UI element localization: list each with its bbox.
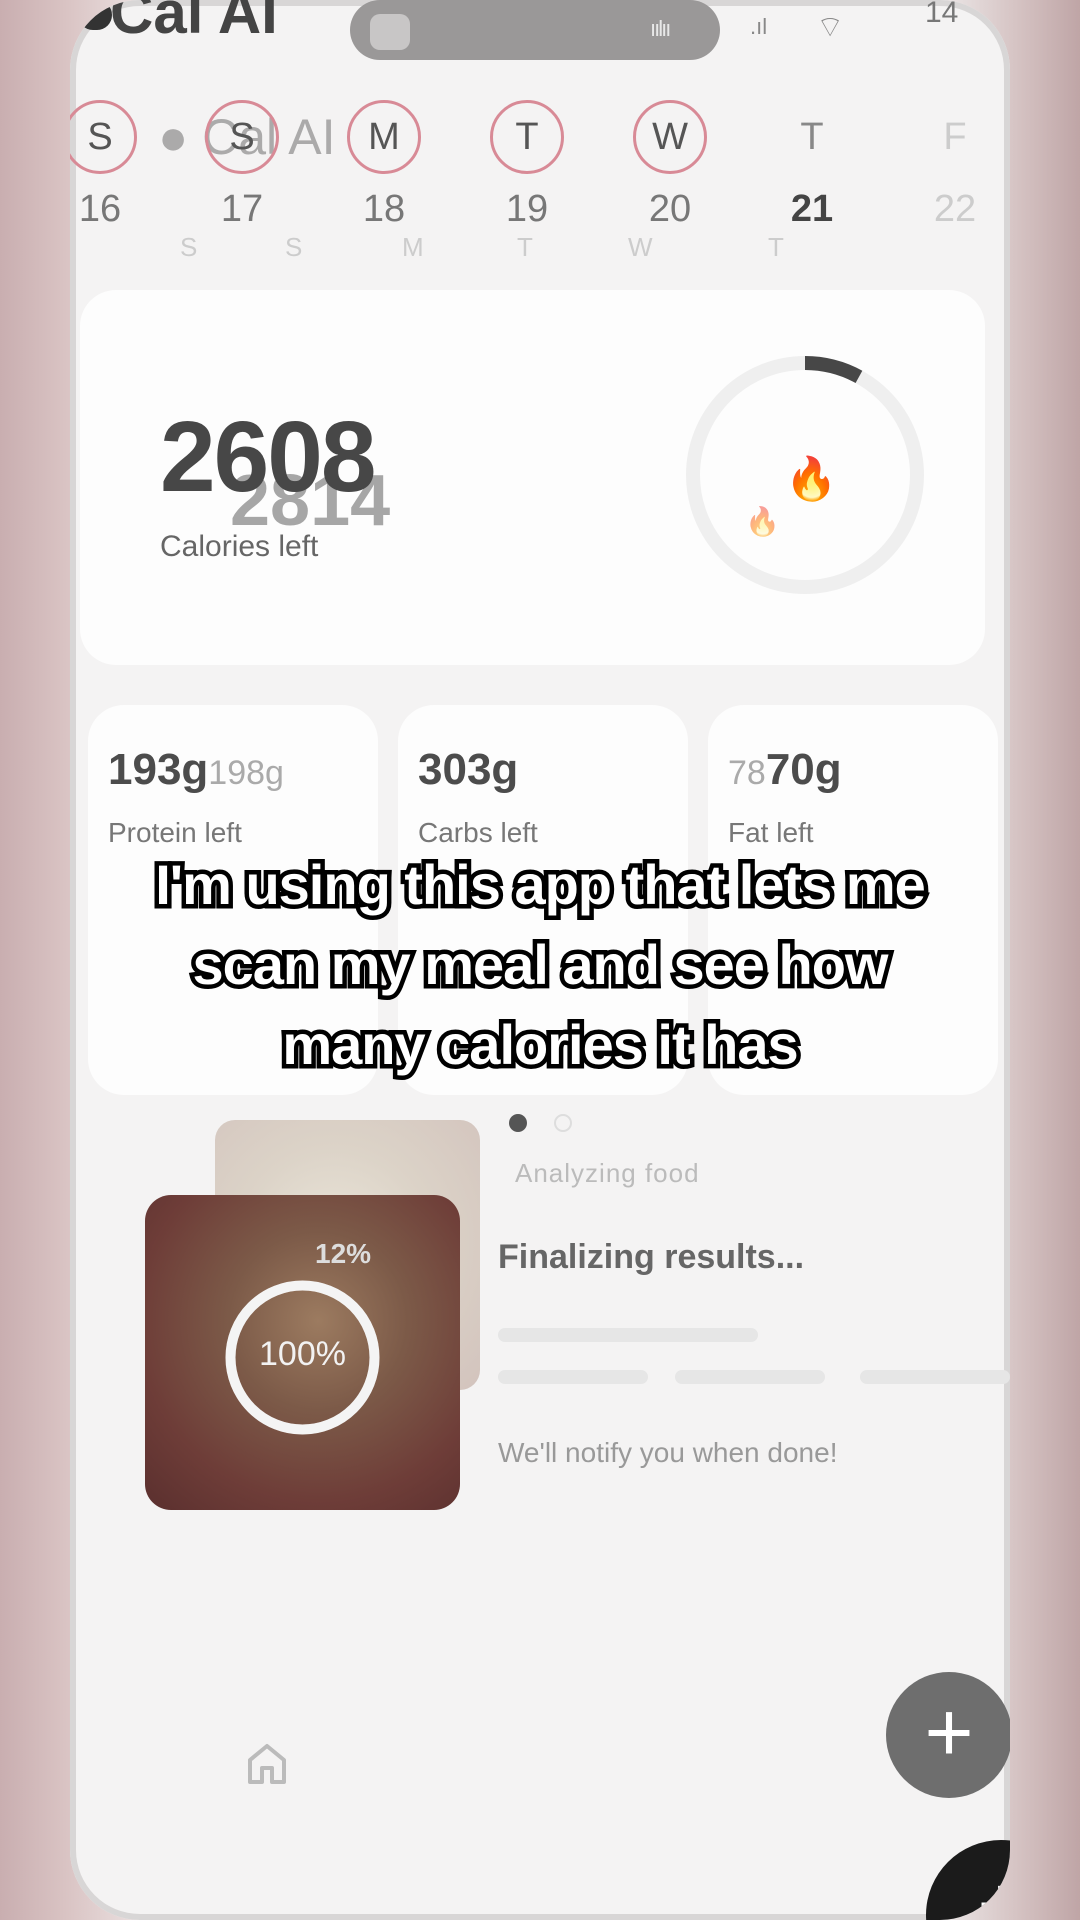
- day-number: 22: [933, 188, 977, 230]
- ghost-day-letter: S: [180, 232, 198, 262]
- skeleton-line: [498, 1328, 758, 1342]
- day-letter: T: [490, 100, 564, 174]
- app-name: Cal AI: [110, 0, 278, 46]
- protein-value: 193g198g: [108, 745, 284, 794]
- week-selector: S 16 S 17 M 18 T 19 W 20 T 21 F 22: [70, 100, 1010, 240]
- fat-ghost: 78: [728, 754, 766, 792]
- day-number: 21: [790, 188, 834, 230]
- ghost-day-letter: T: [517, 232, 533, 262]
- day-18[interactable]: M 18: [344, 100, 424, 231]
- carbs-value: 303g: [418, 745, 519, 794]
- wifi-icon: ⌔: [816, 11, 845, 44]
- page-dot[interactable]: [554, 1114, 572, 1132]
- day-22[interactable]: F 22: [915, 100, 995, 231]
- day-letter: F: [943, 116, 967, 158]
- day-letter: S: [70, 100, 137, 174]
- audio-wave-icon: ıılıı: [650, 16, 671, 41]
- analysis-progress-text: 100%: [259, 1335, 346, 1373]
- day-letter: T: [800, 116, 824, 158]
- skeleton-line: [675, 1370, 825, 1384]
- day-number: 17: [220, 188, 264, 230]
- ghost-day-letter: M: [402, 232, 424, 262]
- status-time: 14: [925, 0, 959, 29]
- day-letter: M: [347, 100, 421, 174]
- calories-left-label: Calories left: [160, 530, 319, 563]
- day-number: 16: [78, 188, 122, 230]
- ghost-day-letter: T: [768, 232, 784, 262]
- ghost-day-letter: W: [628, 232, 653, 262]
- day-20[interactable]: W 20: [630, 100, 710, 231]
- fat-value: 7870g: [728, 745, 842, 794]
- day-number: 18: [362, 188, 406, 230]
- calories-card[interactable]: 2814 2608 Calories left 🔥 🔥: [80, 290, 985, 665]
- analysis-status: Finalizing results...: [498, 1238, 805, 1276]
- island-app-icon: [370, 14, 410, 50]
- day-number: 20: [648, 188, 692, 230]
- skeleton-line: [860, 1370, 1010, 1384]
- day-number: 19: [505, 188, 549, 230]
- ghost-flame-icon: 🔥: [745, 506, 780, 537]
- day-16[interactable]: S 16: [70, 100, 140, 231]
- day-21[interactable]: T 21: [772, 100, 852, 231]
- video-caption: I'm using this app that lets me scan my …: [0, 845, 1080, 1085]
- add-meal-button-ghost[interactable]: +: [926, 1840, 1010, 1920]
- day-17[interactable]: S 17: [202, 100, 282, 231]
- add-meal-button[interactable]: +: [886, 1672, 1010, 1798]
- notify-text: We'll notify you when done!: [498, 1437, 838, 1468]
- page-dot-active[interactable]: [509, 1114, 527, 1132]
- signal-icon: .ıl: [750, 14, 768, 39]
- calories-left-value: 2608: [160, 401, 376, 513]
- day-19[interactable]: T 19: [487, 100, 567, 231]
- apple-icon: [78, 0, 112, 30]
- progress-ghost-text: 12%: [315, 1238, 372, 1269]
- caption-line: many calories it has: [278, 1009, 803, 1081]
- status-bar: Cal AI ıılıı .ıl ⌔ 14: [70, 0, 1010, 60]
- home-icon[interactable]: [242, 1738, 292, 1788]
- protein-ghost: 198g: [208, 754, 284, 792]
- day-letter: S: [205, 100, 279, 174]
- ghost-day-letter: S: [285, 232, 303, 262]
- caption-line: I'm using this app that lets me: [151, 849, 931, 921]
- flame-icon: 🔥: [785, 455, 838, 502]
- analyzing-label: Analyzing food: [515, 1158, 700, 1188]
- caption-line: scan my meal and see how: [188, 929, 893, 1001]
- day-letter: W: [633, 100, 707, 174]
- skeleton-line: [498, 1370, 648, 1384]
